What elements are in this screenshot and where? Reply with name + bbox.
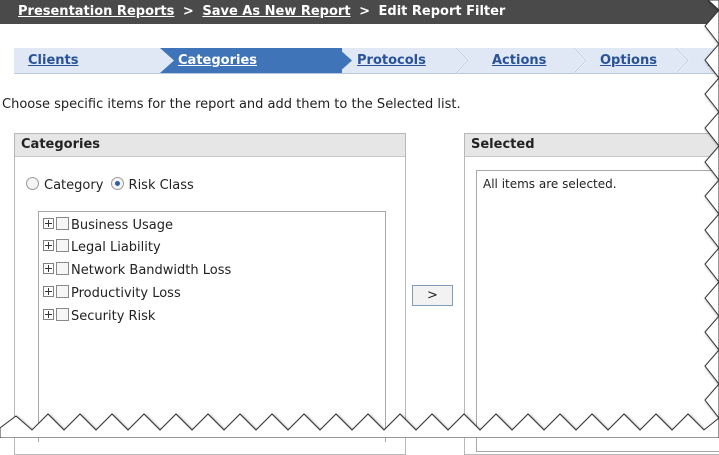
tree-item[interactable]: Security Risk: [43, 308, 155, 326]
expand-icon[interactable]: [43, 218, 54, 229]
tree-item[interactable]: Legal Liability: [43, 239, 161, 257]
checkbox[interactable]: [56, 239, 69, 252]
checkbox[interactable]: [56, 217, 69, 230]
selected-panel-title: Selected: [465, 134, 719, 157]
breadcrumb-separator: >: [359, 4, 370, 19]
tree-item-label: Security Risk: [71, 309, 156, 324]
view-mode-radios: Category Risk Class: [26, 177, 194, 193]
tree-item[interactable]: Productivity Loss: [43, 285, 181, 303]
intro-text: Choose specific items for the report and…: [2, 97, 461, 112]
category-radio[interactable]: [26, 177, 39, 190]
selected-list[interactable]: All items are selected.: [476, 170, 719, 452]
tree-item[interactable]: Network Bandwidth Loss: [43, 262, 231, 280]
expand-icon[interactable]: [43, 286, 54, 297]
categories-panel-title: Categories: [15, 134, 405, 157]
tree-item-label: Network Bandwidth Loss: [71, 263, 232, 278]
checkbox[interactable]: [56, 308, 69, 321]
tab-more[interactable]: C: [708, 49, 718, 73]
checkbox[interactable]: [56, 262, 69, 275]
breadcrumb-presentation-reports[interactable]: Presentation Reports: [18, 4, 174, 19]
breadcrumb-current: Edit Report Filter: [378, 4, 506, 19]
tree-item-label: Business Usage: [71, 218, 173, 233]
breadcrumb-separator: >: [182, 4, 194, 19]
category-radio-label: Category: [44, 178, 104, 193]
checkbox[interactable]: [56, 285, 69, 298]
tab-clients[interactable]: Clients: [28, 49, 78, 73]
expand-icon[interactable]: [43, 263, 54, 274]
tree-item-label: Productivity Loss: [71, 286, 181, 301]
add-to-selected-button[interactable]: >: [412, 285, 453, 306]
tab-categories[interactable]: Categories: [178, 49, 257, 73]
expand-icon[interactable]: [43, 240, 54, 251]
risk-class-radio[interactable]: [110, 177, 124, 190]
tab-actions[interactable]: Actions: [492, 49, 546, 73]
selected-list-text: All items are selected.: [483, 177, 617, 191]
risk-class-radio-label: Risk Class: [128, 178, 194, 193]
tree-item[interactable]: Business Usage: [43, 217, 173, 235]
breadcrumb-save-as-new-report[interactable]: Save As New Report: [202, 4, 350, 19]
category-tree: Business Usage Legal Liability Network B…: [38, 211, 386, 442]
expand-icon[interactable]: [43, 309, 54, 320]
tab-protocols[interactable]: Protocols: [357, 49, 426, 73]
tab-options[interactable]: Options: [600, 49, 657, 73]
tree-item-label: Legal Liability: [71, 240, 161, 255]
breadcrumb: Presentation Reports > Save As New Repor…: [0, 0, 719, 24]
